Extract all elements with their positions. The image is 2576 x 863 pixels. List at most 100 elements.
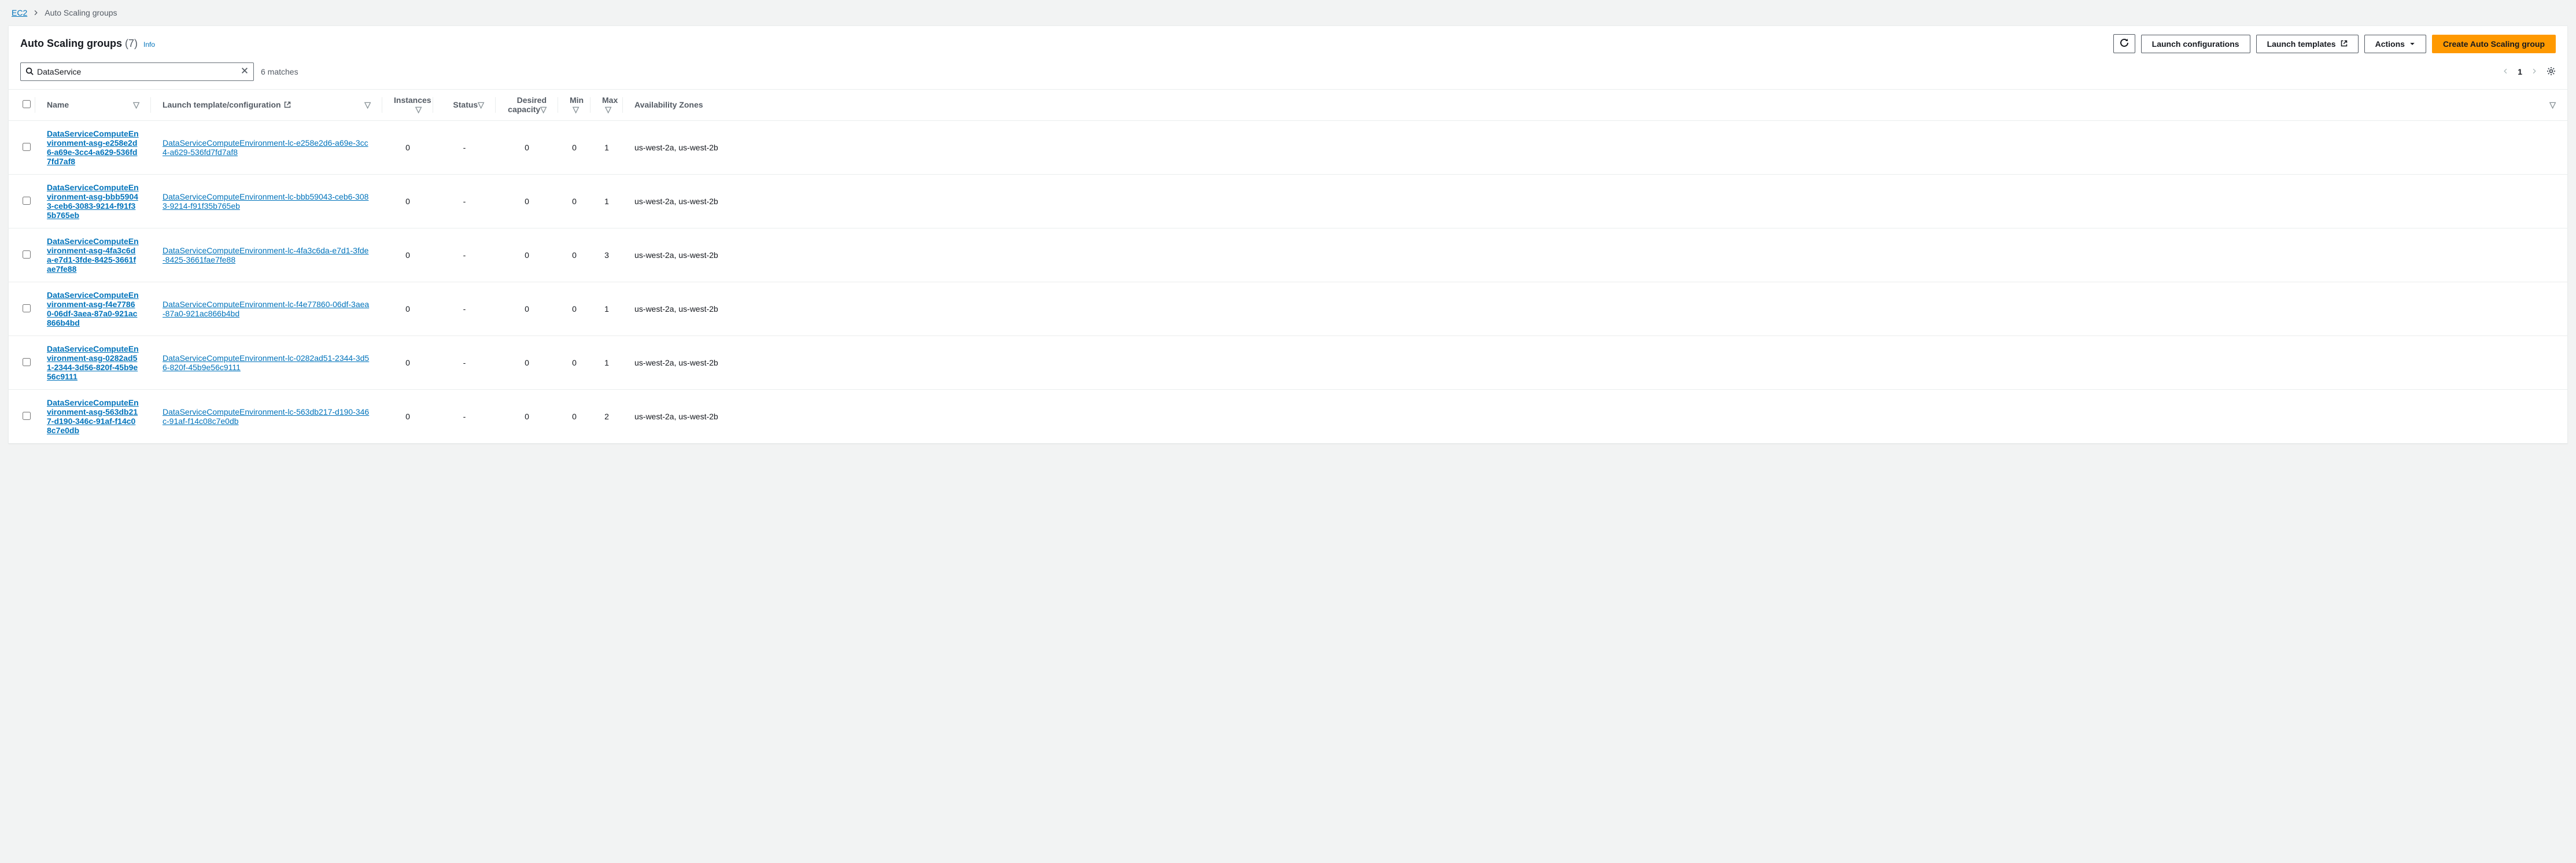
launch-template-link[interactable]: DataServiceComputeEnvironment-lc-f4e7786… <box>163 300 369 318</box>
max-cell: 3 <box>591 228 623 282</box>
page-title-text: Auto Scaling groups <box>20 38 122 49</box>
table-row: DataServiceComputeEnvironment-asg-e258e2… <box>9 121 2567 175</box>
refresh-icon <box>2120 38 2129 49</box>
row-checkbox[interactable] <box>23 412 31 420</box>
desired-cell: 0 <box>496 282 558 336</box>
breadcrumb-root-link[interactable]: EC2 <box>12 8 27 17</box>
az-cell: us-west-2a, us-west-2b <box>623 336 2567 390</box>
create-asg-button[interactable]: Create Auto Scaling group <box>2432 35 2556 53</box>
instances-cell: 0 <box>382 121 433 175</box>
table-row: DataServiceComputeEnvironment-asg-bbb590… <box>9 175 2567 228</box>
az-cell: us-west-2a, us-west-2b <box>623 175 2567 228</box>
desired-cell: 0 <box>496 336 558 390</box>
instances-cell: 0 <box>382 282 433 336</box>
sort-icon[interactable]: ▽ <box>478 100 484 110</box>
az-cell: us-west-2a, us-west-2b <box>623 228 2567 282</box>
sort-icon[interactable]: ▽ <box>605 105 611 115</box>
instances-cell: 0 <box>382 228 433 282</box>
row-checkbox[interactable] <box>23 358 31 366</box>
next-page-button[interactable] <box>2531 67 2537 76</box>
desired-cell: 0 <box>496 228 558 282</box>
asg-name-link[interactable]: DataServiceComputeEnvironment-asg-4fa3c6… <box>47 237 139 274</box>
row-checkbox[interactable] <box>23 197 31 205</box>
column-header-min[interactable]: Min▽ <box>558 90 591 121</box>
max-cell: 1 <box>591 336 623 390</box>
min-cell: 0 <box>558 121 591 175</box>
asg-name-link[interactable]: DataServiceComputeEnvironment-asg-e258e2… <box>47 129 139 166</box>
prev-page-button[interactable] <box>2503 67 2508 76</box>
launch-template-link[interactable]: DataServiceComputeEnvironment-lc-bbb5904… <box>163 192 368 211</box>
header-actions: Launch configurations Launch templates A… <box>2113 34 2556 53</box>
column-header-max[interactable]: Max▽ <box>591 90 623 121</box>
launch-template-link[interactable]: DataServiceComputeEnvironment-lc-e258e2d… <box>163 138 368 157</box>
external-link-icon <box>2341 39 2348 49</box>
select-all-checkbox[interactable] <box>23 100 31 108</box>
max-cell: 2 <box>591 390 623 444</box>
instances-cell: 0 <box>382 336 433 390</box>
search-input[interactable] <box>37 67 237 76</box>
column-header-desired[interactable]: Desired capacity▽ <box>496 90 558 121</box>
panel-header: Auto Scaling groups (7) Info Launch conf… <box>9 26 2567 59</box>
actions-dropdown-button[interactable]: Actions <box>2364 35 2426 53</box>
asg-name-link[interactable]: DataServiceComputeEnvironment-asg-0282ad… <box>47 344 139 381</box>
sort-icon[interactable]: ▽ <box>364 100 371 110</box>
launch-configurations-button[interactable]: Launch configurations <box>2141 35 2250 53</box>
match-count: 6 matches <box>261 67 298 76</box>
sort-icon[interactable]: ▽ <box>540 105 547 115</box>
min-cell: 0 <box>558 175 591 228</box>
column-header-az[interactable]: Availability Zones▽ <box>623 90 2567 121</box>
sort-icon[interactable]: ▽ <box>133 100 139 110</box>
refresh-button[interactable] <box>2113 34 2135 53</box>
actions-label: Actions <box>2375 39 2405 49</box>
settings-button[interactable] <box>2547 67 2556 78</box>
launch-template-link[interactable]: DataServiceComputeEnvironment-lc-563db21… <box>163 407 369 426</box>
sort-icon[interactable]: ▽ <box>2549 100 2556 110</box>
search-icon <box>25 67 34 77</box>
min-cell: 0 <box>558 282 591 336</box>
asg-name-link[interactable]: DataServiceComputeEnvironment-asg-f4e778… <box>47 290 139 327</box>
column-header-name[interactable]: Name▽ <box>35 90 151 121</box>
launch-template-link[interactable]: DataServiceComputeEnvironment-lc-0282ad5… <box>163 353 369 372</box>
az-cell: us-west-2a, us-west-2b <box>623 121 2567 175</box>
status-cell: - <box>433 390 496 444</box>
launch-templates-label: Launch templates <box>2267 39 2336 49</box>
instances-cell: 0 <box>382 175 433 228</box>
search-box <box>20 62 254 81</box>
min-cell: 0 <box>558 336 591 390</box>
asg-name-link[interactable]: DataServiceComputeEnvironment-asg-563db2… <box>47 398 139 435</box>
launch-templates-button[interactable]: Launch templates <box>2256 35 2359 53</box>
breadcrumb: EC2 Auto Scaling groups <box>0 0 2576 25</box>
az-cell: us-west-2a, us-west-2b <box>623 390 2567 444</box>
table-row: DataServiceComputeEnvironment-asg-4fa3c6… <box>9 228 2567 282</box>
sort-icon[interactable]: ▽ <box>573 105 579 115</box>
table-row: DataServiceComputeEnvironment-asg-f4e778… <box>9 282 2567 336</box>
chevron-down-icon <box>2409 39 2415 49</box>
pagination: 1 <box>2503 67 2556 78</box>
page-number: 1 <box>2518 67 2522 76</box>
status-cell: - <box>433 336 496 390</box>
max-cell: 1 <box>591 121 623 175</box>
sort-icon[interactable]: ▽ <box>415 105 422 115</box>
max-cell: 1 <box>591 175 623 228</box>
clear-search-button[interactable] <box>241 67 249 78</box>
column-header-template[interactable]: Launch template/configuration ▽ <box>151 90 382 121</box>
column-header-instances[interactable]: Instances▽ <box>382 90 433 121</box>
asg-name-link[interactable]: DataServiceComputeEnvironment-asg-bbb590… <box>47 183 139 220</box>
row-checkbox[interactable] <box>23 143 31 151</box>
column-header-status[interactable]: Status▽ <box>433 90 496 121</box>
table-row: DataServiceComputeEnvironment-asg-0282ad… <box>9 336 2567 390</box>
launch-template-link[interactable]: DataServiceComputeEnvironment-lc-4fa3c6d… <box>163 246 368 264</box>
breadcrumb-current: Auto Scaling groups <box>45 8 117 17</box>
row-checkbox[interactable] <box>23 250 31 259</box>
min-cell: 0 <box>558 228 591 282</box>
min-cell: 0 <box>558 390 591 444</box>
external-link-icon <box>284 101 291 108</box>
table-row: DataServiceComputeEnvironment-asg-563db2… <box>9 390 2567 444</box>
chevron-right-icon <box>33 8 39 17</box>
az-cell: us-west-2a, us-west-2b <box>623 282 2567 336</box>
page-title-count: (7) <box>125 38 138 49</box>
row-checkbox[interactable] <box>23 304 31 312</box>
status-cell: - <box>433 121 496 175</box>
info-link[interactable]: Info <box>143 40 155 49</box>
status-cell: - <box>433 282 496 336</box>
